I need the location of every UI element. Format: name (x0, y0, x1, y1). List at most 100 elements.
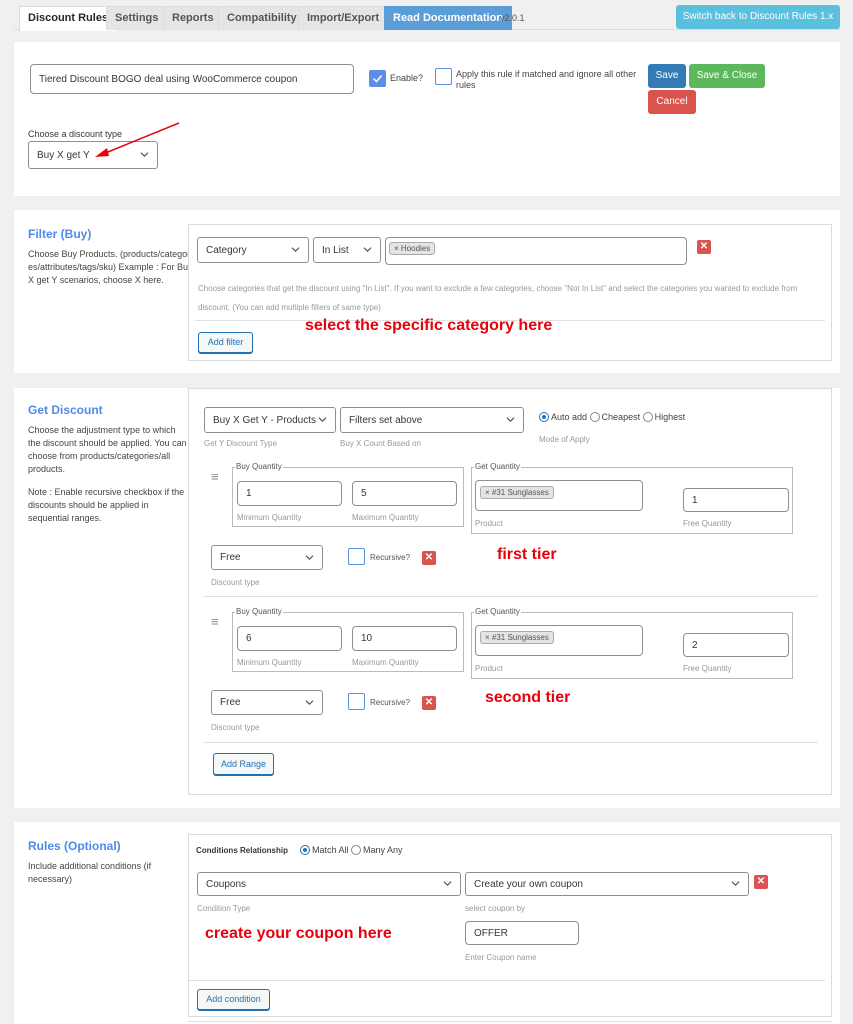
drag-handle-icon[interactable]: ≡ (211, 614, 219, 629)
rules-title: Rules (Optional) (28, 839, 121, 853)
checkmark-icon (372, 75, 383, 83)
condition-type-select[interactable]: Coupons (197, 872, 461, 896)
max-quantity-input[interactable]: 10 (352, 626, 457, 651)
buy-quantity-fieldset: Buy Quantity 1 5 Minimum Quantity Maximu… (232, 462, 464, 527)
radio-empty-icon (642, 412, 653, 422)
relationship-radios: Match All Many Any (300, 845, 403, 855)
min-quantity-input[interactable]: 6 (237, 626, 342, 651)
close-icon: ✕ (699, 241, 709, 252)
chevron-down-icon (443, 881, 452, 887)
range-discount-type-select[interactable]: Free (211, 690, 323, 715)
range-discount-type-select[interactable]: Free (211, 545, 323, 570)
chevron-down-icon (363, 247, 372, 253)
tab-import-export[interactable]: Import/Export (298, 6, 389, 30)
buy-quantity-legend: Buy Quantity (235, 607, 283, 616)
buy-quantity-legend: Buy Quantity (235, 462, 283, 471)
filter-help-text: Choose categories that get the discount … (198, 284, 798, 312)
annotation-second-tier: second tier (485, 689, 571, 706)
free-quantity-input[interactable]: 1 (683, 488, 789, 512)
rule-title-input[interactable]: Tiered Discount BOGO deal using WooComme… (30, 64, 354, 94)
range-discount-type-value: Free (220, 697, 241, 708)
count-based-hint: Buy X Count Based on (340, 439, 421, 448)
radio-label: Cheapest (601, 412, 641, 422)
radio-label: Match All (312, 845, 349, 855)
tab-settings[interactable]: Settings (106, 6, 168, 30)
radio-label: Many Any (363, 845, 403, 855)
filter-description: Choose Buy Products. (products/categorie… (28, 249, 193, 285)
filter-type-value: Category (206, 244, 247, 256)
close-icon: ✕ (756, 876, 766, 887)
product-tag[interactable]: × #31 Sunglasses (480, 631, 554, 644)
exclusive-label: Apply this rule if matched and ignore al… (456, 69, 637, 90)
filter-panel: Filter (Buy) Choose Buy Products. (produ… (14, 210, 840, 373)
remove-filter-button[interactable]: ✕ (697, 240, 711, 254)
switch-version-button[interactable]: Switch back to Discount Rules 1.x (676, 5, 840, 29)
add-condition-button[interactable]: Add condition (197, 989, 270, 1010)
min-quantity-input[interactable]: 1 (237, 481, 342, 506)
get-discount-box: Buy X Get Y - Products Get Y Discount Ty… (188, 388, 832, 795)
radio-auto-add[interactable]: Auto add (539, 412, 587, 422)
y-discount-type-select[interactable]: Buy X Get Y - Products (204, 407, 336, 433)
conditions-relationship-label: Conditions Relationship (196, 846, 288, 855)
read-documentation-button[interactable]: Read Documentation (384, 6, 513, 30)
get-quantity-fieldset: Get Quantity × #31 Sunglasses 1 Product … (471, 462, 793, 534)
chevron-down-icon (318, 417, 327, 423)
tab-discount-rules[interactable]: Discount Rules (19, 6, 118, 31)
chevron-down-icon (731, 881, 740, 887)
chevron-down-icon (506, 417, 515, 423)
min-quantity-hint: Minimum Quantity (237, 658, 302, 667)
filter-tag-hoodies[interactable]: × Hoodies (389, 242, 436, 255)
tab-reports[interactable]: Reports (163, 6, 223, 30)
filter-type-select[interactable]: Category (197, 237, 309, 263)
product-select-input[interactable]: × #31 Sunglasses (475, 480, 643, 511)
annotation-arrow-icon (95, 122, 180, 157)
free-quantity-hint: Free Quantity (683, 664, 732, 673)
product-hint: Product (475, 664, 503, 673)
filter-values-input[interactable]: × Hoodies (385, 237, 687, 265)
save-button[interactable]: Save (648, 64, 686, 88)
remove-range-button[interactable]: ✕ (422, 551, 436, 565)
rules-panel: Rules (Optional) Include additional cond… (14, 822, 840, 1024)
free-quantity-hint: Free Quantity (683, 519, 732, 528)
save-close-button[interactable]: Save & Close (689, 64, 765, 88)
recursive-checkbox[interactable] (348, 548, 365, 565)
coupon-name-input[interactable]: OFFER (465, 921, 579, 945)
filter-operator-select[interactable]: In List (313, 237, 381, 263)
product-select-input[interactable]: × #31 Sunglasses (475, 625, 643, 656)
get-quantity-legend: Get Quantity (474, 462, 521, 471)
coupon-name-hint: Enter Coupon name (465, 953, 537, 962)
radio-cheapest[interactable]: Cheapest (589, 412, 641, 422)
filter-title: Filter (Buy) (28, 227, 92, 241)
close-icon: ✕ (424, 552, 434, 563)
radio-empty-icon (351, 845, 362, 855)
recursive-checkbox[interactable] (348, 693, 365, 710)
radio-match-all[interactable]: Match All (300, 845, 349, 855)
product-tag[interactable]: × #31 Sunglasses (480, 486, 554, 499)
cancel-button[interactable]: Cancel (648, 90, 696, 114)
exclusive-checkbox[interactable] (435, 68, 452, 85)
add-range-button[interactable]: Add Range (213, 753, 274, 775)
get-discount-note: Note : Enable recursive checkbox if the … (28, 487, 185, 523)
drag-handle-icon[interactable]: ≡ (211, 469, 219, 484)
max-quantity-input[interactable]: 5 (352, 481, 457, 506)
remove-range-button[interactable]: ✕ (422, 696, 436, 710)
chevron-down-icon (305, 554, 314, 560)
get-discount-title: Get Discount (28, 403, 103, 417)
add-filter-button[interactable]: Add filter (198, 332, 253, 353)
coupon-by-select[interactable]: Create your own coupon (465, 872, 749, 896)
tab-compatibility[interactable]: Compatibility (218, 6, 306, 30)
count-based-select[interactable]: Filters set above (340, 407, 524, 433)
annotation-create-coupon: create your coupon here (205, 925, 392, 942)
radio-selected-icon (539, 412, 549, 422)
free-quantity-input[interactable]: 2 (683, 633, 789, 657)
close-icon: ✕ (424, 697, 434, 708)
version-label: v2.0.1 (500, 13, 525, 23)
range-discount-type-value: Free (220, 552, 241, 563)
enable-checkbox[interactable] (369, 70, 386, 87)
min-quantity-hint: Minimum Quantity (237, 513, 302, 522)
radio-many-any[interactable]: Many Any (351, 845, 403, 855)
filter-operator-value: In List (322, 244, 349, 256)
remove-condition-button[interactable]: ✕ (754, 875, 768, 889)
radio-highest[interactable]: Highest (642, 412, 685, 422)
max-quantity-hint: Maximum Quantity (352, 658, 419, 667)
